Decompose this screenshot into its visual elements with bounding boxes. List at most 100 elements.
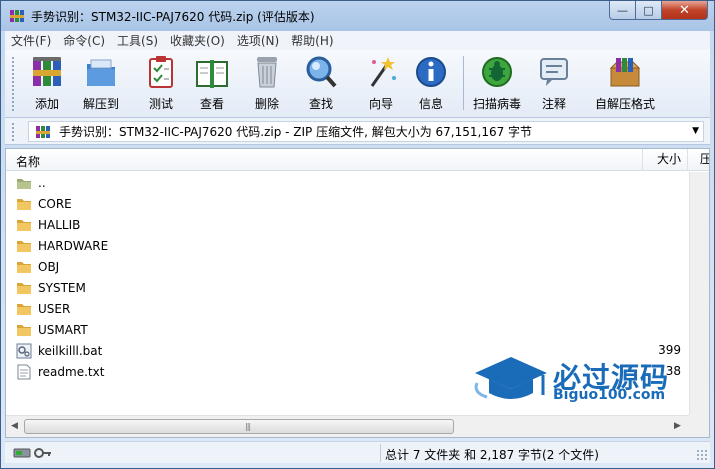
list-item[interactable]: HALLIB (6, 214, 689, 235)
file-name: USMART (38, 322, 88, 337)
file-name: HALLIB (38, 217, 81, 232)
sfx-icon (609, 58, 641, 87)
add-label: 添加 (34, 97, 59, 111)
parent-folder-icon (17, 178, 31, 189)
menu-help[interactable]: 帮助(H) (291, 32, 333, 49)
list-item[interactable]: HARDWARE (6, 235, 689, 256)
minimize-button[interactable]: — (609, 1, 636, 20)
view-button[interactable]: 查看 (182, 54, 242, 114)
archive-icon (36, 125, 50, 138)
address-bar: 手势识别：STM32-IIC-PAJ7620 代码.zip - ZIP 压缩文件… (5, 118, 710, 145)
list-header: 名称 大小 压 (6, 149, 709, 171)
delete-button[interactable]: 删除 (237, 54, 297, 114)
status-text: 总计 7 文件夹 和 2,187 字节(2 个文件) (385, 448, 599, 462)
graduation-cap-logo (474, 357, 547, 399)
info-button[interactable]: 信息 (401, 54, 461, 114)
watermark-subtitle: Biguo100.com (553, 387, 666, 403)
virus-scan-label: 扫描病毒 (472, 97, 521, 111)
folder-icon (17, 303, 31, 315)
wizard-label: 向导 (368, 97, 393, 111)
resize-grip[interactable] (696, 449, 708, 461)
file-name: OBJ (38, 259, 60, 274)
add-icon (33, 57, 61, 86)
file-name: HARDWARE (38, 238, 109, 253)
list-item[interactable]: SYSTEM (6, 277, 689, 298)
menu-tools[interactable]: 工具(S) (117, 32, 158, 49)
winrar-window: 手势识别：STM32-IIC-PAJ7620 代码.zip (评估版本) — □… (0, 0, 715, 469)
thumb-grip-icon: ||| (245, 422, 251, 431)
file-name: readme.txt (38, 364, 105, 379)
menu-file[interactable]: 文件(F) (11, 32, 51, 49)
winrar-app-icon[interactable] (9, 8, 25, 24)
scroll-right-icon[interactable]: ▶ (674, 421, 681, 431)
find-label: 查找 (308, 97, 333, 111)
sfx-button[interactable]: 自解压格式 (587, 54, 663, 114)
scrollbar-corner (689, 415, 709, 437)
address-field[interactable]: 手势识别：STM32-IIC-PAJ7620 代码.zip - ZIP 压缩文件… (28, 121, 704, 142)
title-bar[interactable]: 手势识别：STM32-IIC-PAJ7620 代码.zip (评估版本) — □… (1, 1, 714, 31)
menu-options[interactable]: 选项(N) (237, 32, 279, 49)
file-name: USER (38, 301, 71, 316)
info-icon (416, 57, 446, 87)
delete-label: 删除 (254, 97, 279, 111)
test-label: 测试 (148, 97, 173, 111)
find-icon (306, 56, 337, 88)
chevron-down-icon[interactable]: ▼ (692, 126, 699, 136)
file-name: keilkilll.bat (38, 343, 103, 358)
status-separator (380, 444, 381, 462)
file-rows: .. CORE HALLIB HARDWARE OBJ SYSTEM USER … (6, 172, 689, 382)
horizontal-scrollbar[interactable]: ◀ ||| ▶ (6, 415, 689, 437)
delete-icon (257, 57, 277, 88)
column-packed[interactable]: 压 (687, 149, 709, 170)
list-item[interactable]: USMART (6, 319, 689, 340)
column-name[interactable]: 名称 (16, 153, 40, 170)
watermark: 必过源码 Biguo100.com (473, 353, 683, 409)
folder-icon (17, 261, 31, 273)
virus-scan-icon (482, 57, 512, 87)
menu-bar: 文件(F) 命令(C) 工具(S) 收藏夹(O) 选项(N) 帮助(H) (5, 31, 710, 50)
comment-button[interactable]: 注释 (524, 54, 584, 114)
vertical-scrollbar[interactable] (689, 172, 709, 415)
text-file-icon (17, 364, 31, 379)
find-button[interactable]: 查找 (291, 54, 351, 114)
extract-to-button[interactable]: 解压到 (71, 54, 131, 114)
toolbar-grip[interactable] (11, 56, 15, 112)
folder-icon (17, 219, 31, 231)
window-title: 手势识别：STM32-IIC-PAJ7620 代码.zip (评估版本) (31, 10, 315, 24)
folder-icon (17, 282, 31, 294)
file-name: SYSTEM (38, 280, 86, 295)
menu-commands[interactable]: 命令(C) (63, 32, 105, 49)
list-item[interactable]: CORE (6, 193, 689, 214)
folder-icon (17, 324, 31, 336)
comment-label: 注释 (541, 97, 566, 111)
address-text: 手势识别：STM32-IIC-PAJ7620 代码.zip - ZIP 压缩文件… (59, 125, 533, 139)
list-item[interactable]: OBJ (6, 256, 689, 277)
virus-scan-button[interactable]: 扫描病毒 (467, 54, 527, 114)
list-item-up[interactable]: .. (6, 172, 689, 193)
scroll-left-icon[interactable]: ◀ (11, 421, 18, 431)
maximize-button[interactable]: □ (636, 1, 662, 20)
view-label: 查看 (199, 97, 224, 111)
sfx-label: 自解压格式 (594, 97, 655, 111)
scrollbar-thumb[interactable]: ||| (24, 419, 454, 434)
extract-icon (87, 59, 115, 86)
extract-to-label: 解压到 (82, 97, 119, 111)
close-button[interactable]: ✕ (662, 1, 708, 20)
file-name: .. (38, 175, 46, 190)
menu-favorites[interactable]: 收藏夹(O) (170, 32, 225, 49)
toolbar: 添加 解压到 测试 查看 删除 查找 向导 信息 扫描病毒 注释 自解压格式 (5, 50, 710, 118)
batch-file-icon (16, 343, 32, 358)
column-size[interactable]: 大小 (642, 149, 686, 170)
window-controls: — □ ✕ (609, 1, 708, 20)
status-bar: 总计 7 文件夹 和 2,187 字节(2 个文件) (5, 441, 710, 463)
wizard-icon (370, 57, 396, 87)
folder-icon (17, 240, 31, 252)
address-grip[interactable] (11, 122, 15, 141)
view-icon (196, 60, 228, 88)
toolbar-separator (463, 56, 464, 110)
test-icon (149, 56, 173, 88)
add-button[interactable]: 添加 (17, 54, 77, 114)
drive-key-icon[interactable] (13, 446, 53, 460)
list-item[interactable]: USER (6, 298, 689, 319)
file-name: CORE (38, 196, 72, 211)
